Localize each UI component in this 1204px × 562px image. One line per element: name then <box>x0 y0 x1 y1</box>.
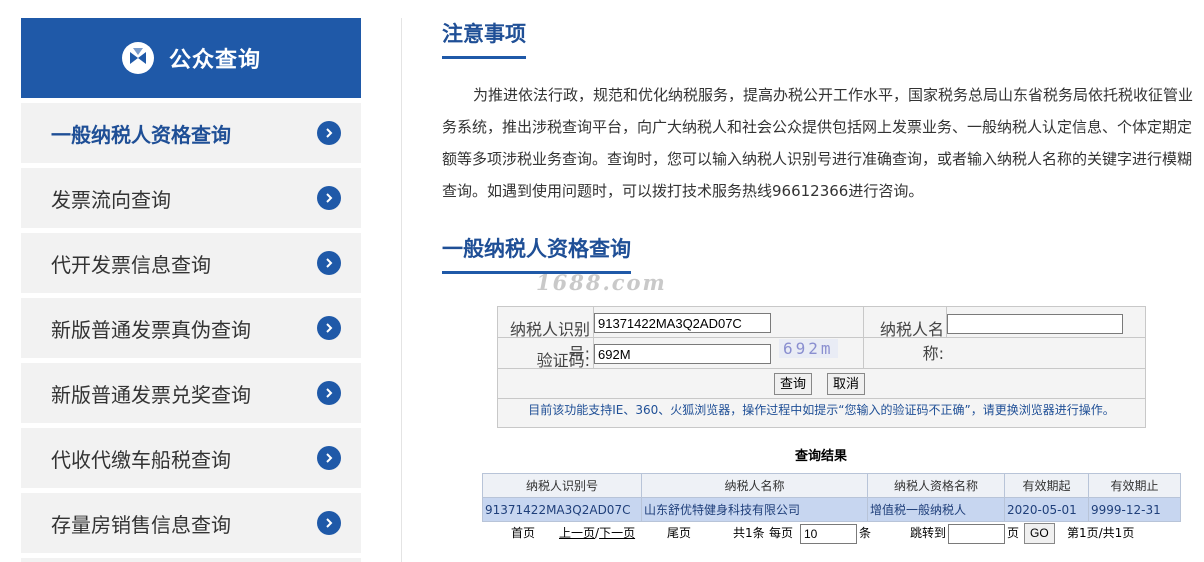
go-button[interactable]: GO <box>1024 523 1055 544</box>
table-row: 91371422MA3Q2AD07C 山东舒优特健身科技有限公司 增值税一般纳税… <box>482 497 1181 522</box>
sidebar-item-vehicle-tax[interactable]: 代收代缴车船税查询 <box>21 428 361 488</box>
column-header: 纳税人名称 <box>641 473 868 498</box>
pager-prev-next: 上一页/下一页 <box>559 524 635 541</box>
column-header: 纳税人资格名称 <box>867 473 1005 498</box>
sidebar-header: 公众查询 <box>21 18 361 98</box>
cell-taxpayer-id: 91371422MA3Q2AD07C <box>482 497 642 522</box>
chevron-right-icon <box>317 446 341 470</box>
pager-status: 第1页/共1页 <box>1067 526 1135 540</box>
sidebar-item-label: 存量房销售信息查询 <box>51 512 231 537</box>
column-header: 有效期止 <box>1088 473 1181 498</box>
sidebar-item-label: 新版普通发票兑奖查询 <box>51 382 251 407</box>
column-header: 纳税人识别号 <box>482 473 642 498</box>
results-title: 查询结果 <box>795 449 848 464</box>
pager-goto-unit: 页 <box>1007 526 1020 540</box>
chevron-right-icon <box>317 316 341 340</box>
cell-valid-to: 9999-12-31 <box>1088 497 1181 522</box>
sidebar-item-invoice-flow[interactable]: 发票流向查询 <box>21 168 361 228</box>
pager-goto-label: 跳转到 <box>910 526 947 540</box>
sidebar-item-label: 新版普通发票真伪查询 <box>51 317 251 342</box>
sidebar-item-housing-sales[interactable]: 存量房销售信息查询 <box>21 493 361 553</box>
sidebar-title: 公众查询 <box>168 48 261 73</box>
taxpayer-name-label: 纳税人名称: <box>879 320 944 363</box>
public-query-logo-icon <box>121 42 154 74</box>
column-header: 有效期起 <box>1004 473 1089 498</box>
browser-hint: 目前该功能支持IE、360、火狐浏览器，操作过程中如提示“您输入的验证码不正确”… <box>528 403 1115 417</box>
sidebar-item-invoice-lottery[interactable]: 新版普通发票兑奖查询 <box>21 363 361 423</box>
vertical-divider <box>401 18 402 562</box>
sidebar-item-label: 代收代缴车船税查询 <box>51 447 231 472</box>
per-page-input[interactable] <box>800 524 857 544</box>
sidebar: 公众查询 一般纳税人资格查询 发票流向查询 代开发票信息查询 新版普通发票真伪查… <box>21 18 361 562</box>
pager-per-page-unit: 条 <box>859 526 872 540</box>
sidebar-item-general-taxpayer[interactable]: 一般纳税人资格查询 <box>21 103 361 163</box>
pager-per-page-label: 每页 <box>769 526 794 540</box>
captcha-label: 验证码: <box>536 351 590 370</box>
query-section-title: 一般纳税人资格查询 <box>442 233 631 274</box>
taxpayer-id-input[interactable] <box>594 313 771 333</box>
sidebar-item-proxy-invoice[interactable]: 代开发票信息查询 <box>21 233 361 293</box>
results-header-row: 纳税人识别号 纳税人名称 纳税人资格名称 有效期起 有效期止 <box>482 473 1181 498</box>
main-content: 注意事项 为推进依法行政，规范和优化纳税服务，提高办税公开工作水平，国家税务总局… <box>442 18 1202 274</box>
form-row-buttons <box>498 369 1145 399</box>
sidebar-item-label: 代开发票信息查询 <box>51 252 211 277</box>
captcha-image[interactable]: 692m <box>779 339 838 358</box>
notice-title: 注意事项 <box>442 18 526 59</box>
watermark: 1688.com <box>536 270 667 295</box>
chevron-right-icon <box>317 121 341 145</box>
chevron-right-icon <box>317 251 341 275</box>
pager-prev-link[interactable]: 上一页 <box>559 526 595 540</box>
query-button[interactable]: 查询 <box>774 373 813 395</box>
cell-taxpayer-name: 山东舒优特健身科技有限公司 <box>641 497 868 522</box>
pager-total: 共1条 <box>733 526 765 540</box>
chevron-right-icon <box>317 511 341 535</box>
goto-page-input[interactable] <box>948 524 1005 544</box>
chevron-right-icon <box>317 381 341 405</box>
cell-qualification: 增值税一般纳税人 <box>867 497 1005 522</box>
sidebar-item-label: 一般纳税人资格查询 <box>51 122 231 147</box>
pager-next-link[interactable]: 下一页 <box>599 526 635 540</box>
taxpayer-name-input[interactable] <box>947 314 1123 334</box>
pager-first-link[interactable]: 首页 <box>511 524 535 541</box>
pager-last-link[interactable]: 尾页 <box>667 524 691 541</box>
sidebar-item-partial <box>21 558 361 562</box>
results-table: 纳税人识别号 纳税人名称 纳税人资格名称 有效期起 有效期止 91371422M… <box>482 473 1181 522</box>
sidebar-item-invoice-authenticity[interactable]: 新版普通发票真伪查询 <box>21 298 361 358</box>
cell-valid-from: 2020-05-01 <box>1004 497 1089 522</box>
captcha-input[interactable] <box>594 344 771 364</box>
notice-text: 为推进依法行政，规范和优化纳税服务，提高办税公开工作水平，国家税务总局山东省税务… <box>442 86 1194 200</box>
chevron-right-icon <box>317 186 341 210</box>
cancel-button[interactable]: 取消 <box>827 373 866 395</box>
sidebar-item-label: 发票流向查询 <box>51 187 171 212</box>
